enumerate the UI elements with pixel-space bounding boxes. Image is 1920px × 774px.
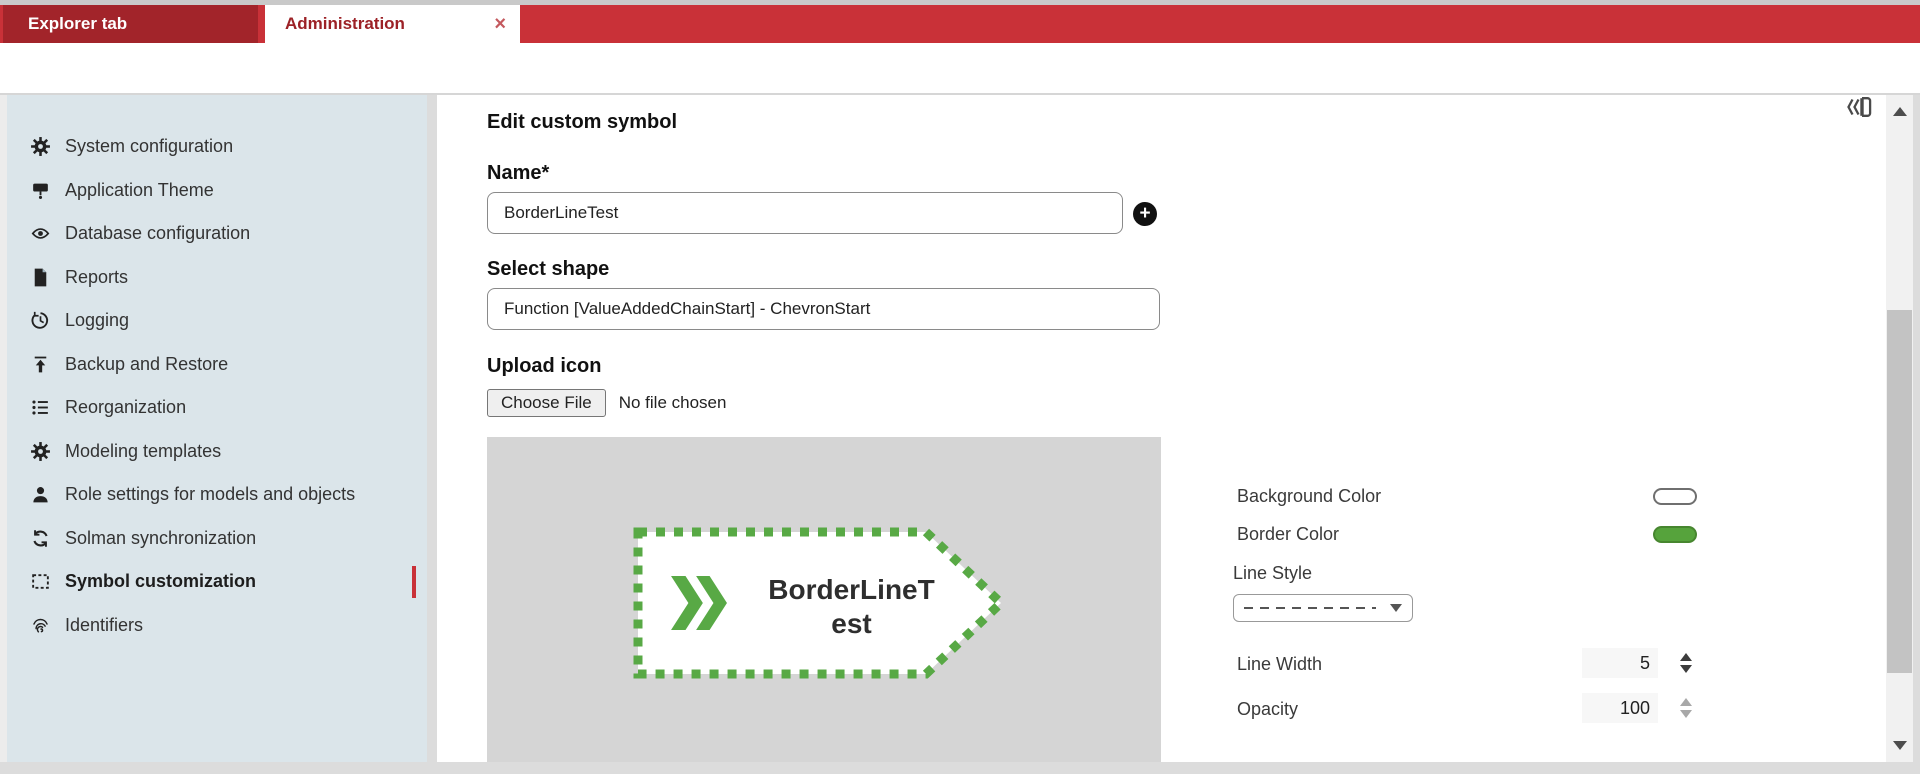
sidebar-item-label: Identifiers bbox=[65, 615, 143, 636]
sidebar-item-symbol-customization[interactable]: Symbol customization bbox=[7, 560, 427, 604]
shape-input[interactable] bbox=[487, 288, 1160, 330]
sync-icon bbox=[28, 527, 52, 549]
dashed-square-icon bbox=[28, 571, 52, 593]
sidebar-item-application-theme[interactable]: Application Theme bbox=[7, 169, 427, 213]
name-input[interactable] bbox=[487, 192, 1123, 234]
selected-indicator bbox=[412, 566, 416, 598]
toolbar bbox=[0, 43, 1920, 95]
stepper-down-icon[interactable] bbox=[1680, 665, 1692, 673]
scroll-up-icon[interactable] bbox=[1893, 107, 1907, 116]
double-chevron-icon bbox=[671, 576, 727, 630]
sidebar-item-label: Reorganization bbox=[65, 397, 186, 418]
sidebar: System configuration Application Theme D… bbox=[7, 95, 427, 762]
opacity-input[interactable]: 100 bbox=[1582, 693, 1658, 723]
tab-explorer-label: Explorer tab bbox=[28, 14, 127, 34]
chevron-down-icon bbox=[1390, 604, 1402, 612]
sidebar-item-label: Symbol customization bbox=[65, 571, 256, 592]
sidebar-item-database-configuration[interactable]: Database configuration bbox=[7, 212, 427, 256]
line-width-label: Line Width bbox=[1237, 654, 1322, 675]
person-icon bbox=[28, 484, 52, 506]
sidebar-item-label: Application Theme bbox=[65, 180, 214, 201]
history-icon bbox=[28, 310, 52, 332]
sidebar-item-label: Logging bbox=[65, 310, 129, 331]
background-color-swatch[interactable] bbox=[1653, 488, 1697, 505]
name-label: Name* bbox=[487, 162, 549, 185]
add-icon[interactable]: + bbox=[1133, 202, 1157, 226]
sidebar-item-label: Backup and Restore bbox=[65, 354, 228, 375]
tab-administration[interactable]: Administration × bbox=[265, 5, 520, 43]
tab-explorer[interactable]: Explorer tab bbox=[3, 5, 258, 43]
eye-icon bbox=[28, 223, 52, 245]
scroll-down-icon[interactable] bbox=[1893, 741, 1907, 750]
upload-icon-label: Upload icon bbox=[487, 355, 601, 378]
sidebar-item-label: System configuration bbox=[65, 136, 233, 157]
stepper-up-icon[interactable] bbox=[1680, 698, 1692, 706]
upload-icon bbox=[28, 353, 52, 375]
sidebar-item-label: Reports bbox=[65, 267, 128, 288]
select-shape-label: Select shape bbox=[487, 258, 609, 281]
gear-filled-icon bbox=[28, 440, 52, 462]
custom-symbol-preview[interactable]: BorderLineT est bbox=[633, 527, 1008, 679]
sidebar-item-label: Database configuration bbox=[65, 223, 250, 244]
sidebar-item-identifiers[interactable]: Identifiers bbox=[7, 604, 427, 648]
sidebar-item-system-configuration[interactable]: System configuration bbox=[7, 125, 427, 169]
stepper-down-icon[interactable] bbox=[1680, 710, 1692, 718]
symbol-preview-panel: BorderLineT est bbox=[487, 437, 1161, 762]
bottom-window-edge bbox=[0, 762, 1920, 774]
sidebar-item-logging[interactable]: Logging bbox=[7, 299, 427, 343]
sidebar-item-backup-and-restore[interactable]: Backup and Restore bbox=[7, 343, 427, 387]
document-icon bbox=[28, 266, 52, 288]
paint-roller-icon bbox=[28, 179, 52, 201]
symbol-name-text: BorderLineT est bbox=[753, 573, 950, 641]
line-width-stepper[interactable] bbox=[1676, 649, 1696, 677]
right-window-edge bbox=[1913, 95, 1920, 762]
no-file-chosen-text: No file chosen bbox=[619, 393, 727, 413]
sidebar-item-label: Role settings for models and objects bbox=[65, 484, 355, 505]
choose-file-button[interactable]: Choose File bbox=[487, 389, 606, 417]
tab-administration-label: Administration bbox=[285, 14, 405, 34]
sidebar-item-modeling-templates[interactable]: Modeling templates bbox=[7, 430, 427, 474]
scrollbar-thumb[interactable] bbox=[1887, 310, 1912, 673]
line-width-input[interactable]: 5 bbox=[1582, 648, 1658, 678]
opacity-label: Opacity bbox=[1237, 699, 1298, 720]
border-color-swatch[interactable] bbox=[1653, 526, 1697, 543]
list-icon bbox=[28, 397, 52, 419]
sidebar-item-label: Solman synchronization bbox=[65, 528, 256, 549]
background-color-label: Background Color bbox=[1237, 486, 1381, 507]
line-style-label: Line Style bbox=[1233, 563, 1312, 584]
left-window-edge bbox=[0, 95, 7, 762]
sidebar-item-reorganization[interactable]: Reorganization bbox=[7, 386, 427, 430]
collapse-panel-icon[interactable] bbox=[1845, 95, 1875, 119]
border-color-label: Border Color bbox=[1237, 524, 1339, 545]
main-scrollbar[interactable] bbox=[1886, 95, 1913, 762]
page-title: Edit custom symbol bbox=[487, 111, 677, 134]
file-upload-row: Choose File No file chosen bbox=[487, 389, 726, 417]
gear-icon bbox=[28, 136, 52, 158]
tab-bar: Explorer tab Administration × bbox=[0, 5, 1920, 43]
sidebar-item-solman-synchronization[interactable]: Solman synchronization bbox=[7, 517, 427, 561]
fingerprint-icon bbox=[28, 614, 52, 636]
sidebar-item-label: Modeling templates bbox=[65, 441, 221, 462]
sidebar-item-role-settings[interactable]: Role settings for models and objects bbox=[7, 473, 427, 517]
close-icon[interactable]: × bbox=[494, 5, 506, 43]
opacity-stepper[interactable] bbox=[1676, 694, 1696, 722]
sidebar-scrollbar[interactable] bbox=[427, 95, 437, 762]
dashed-line-sample bbox=[1244, 607, 1376, 609]
line-style-dropdown[interactable] bbox=[1233, 594, 1413, 622]
stepper-up-icon[interactable] bbox=[1680, 653, 1692, 661]
sidebar-item-reports[interactable]: Reports bbox=[7, 256, 427, 300]
